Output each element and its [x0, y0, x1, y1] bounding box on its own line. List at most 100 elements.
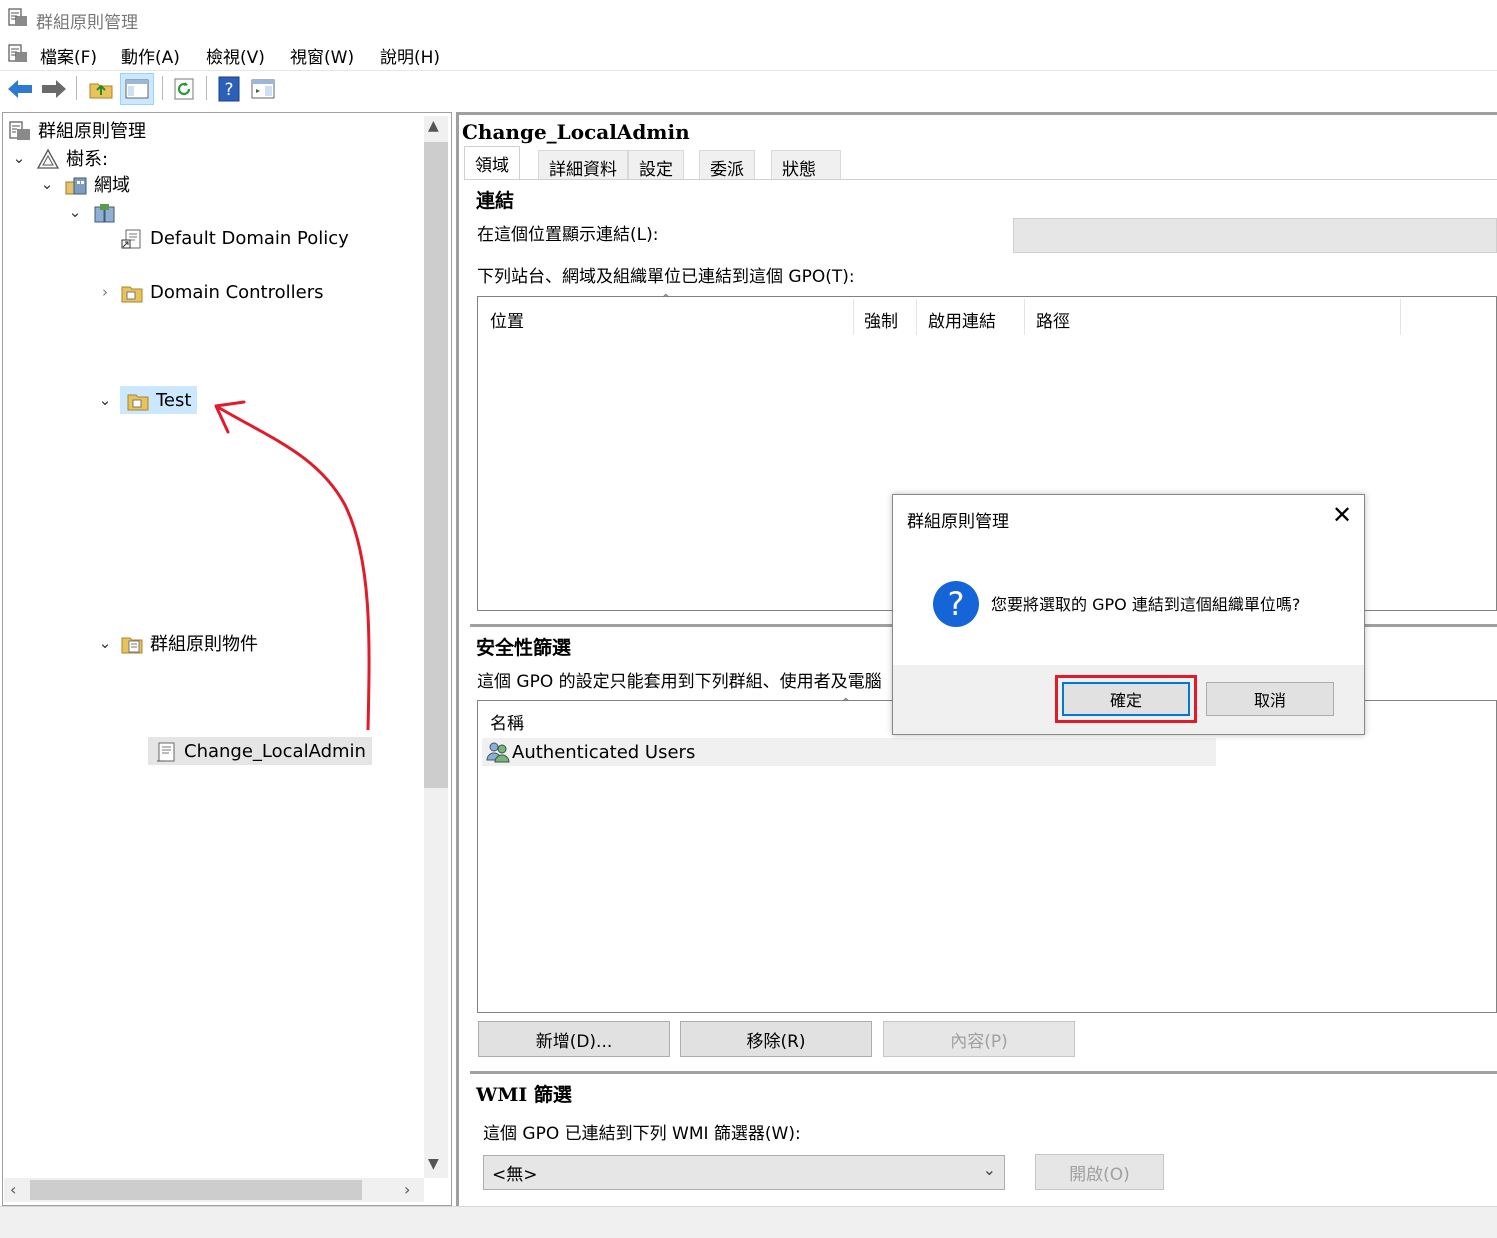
back-arrow-icon[interactable]	[6, 77, 34, 106]
gpo-folder-icon	[120, 633, 144, 654]
tree-item-domain-controllers[interactable]: › Domain Controllers	[96, 278, 324, 306]
column-separator[interactable]	[853, 299, 854, 335]
properties-button[interactable]: 內容(P)	[883, 1021, 1075, 1057]
wmi-description: 這個 GPO 已連結到下列 WMI 篩選器(W):	[483, 1124, 801, 1144]
column-separator[interactable]	[916, 299, 917, 335]
wmi-filter-select[interactable]: <無> ⌄	[483, 1155, 1005, 1190]
scroll-right-icon[interactable]: ›	[404, 1180, 410, 1199]
tree-item-test[interactable]: ⌄ Test	[96, 386, 198, 414]
scroll-up-icon[interactable]: ▲	[428, 118, 439, 134]
tab-delegation[interactable]: 委派	[699, 150, 755, 180]
tree-forest-label: 樹系:	[66, 149, 109, 170]
section-divider	[470, 1071, 1497, 1074]
svg-text:?: ?	[224, 80, 233, 100]
refresh-icon[interactable]	[172, 77, 198, 106]
tab-scope[interactable]: 領域	[464, 146, 520, 180]
tree-item-change-localadmin[interactable]: Change_LocalAdmin	[148, 737, 372, 765]
chevron-down-icon[interactable]: ⌄	[38, 175, 56, 193]
menu-file[interactable]: 檔案(F)	[40, 41, 97, 70]
tab-status[interactable]: 狀態	[771, 150, 841, 180]
open-wmi-button[interactable]: 開啟(O)	[1035, 1154, 1164, 1190]
tree-item-label: 群組原則物件	[150, 634, 258, 655]
tree-vertical-scroll-thumb[interactable]	[424, 142, 448, 788]
show-hide-tree-icon[interactable]	[120, 73, 154, 105]
domain-icon	[92, 202, 116, 223]
help-icon[interactable]: ?	[218, 76, 240, 107]
annotation-highlight-box	[1055, 675, 1197, 723]
status-bar	[0, 1206, 1497, 1238]
menu-help[interactable]: 說明(H)	[380, 41, 440, 70]
chevron-down-icon[interactable]: ⌄	[96, 391, 114, 409]
location-label: 在這個位置顯示連結(L):	[477, 225, 659, 245]
tab-settings[interactable]: 設定	[628, 150, 684, 180]
tree-root-label: 群組原則管理	[38, 121, 146, 142]
menu-view[interactable]: 檢視(V)	[206, 41, 265, 70]
tree-item-default-domain-policy[interactable]: Default Domain Policy	[120, 224, 349, 252]
links-description: 下列站台、網域及組織單位已連結到這個 GPO(T):	[477, 267, 855, 287]
app-icon	[6, 6, 30, 35]
tab-details[interactable]: 詳細資料	[538, 150, 628, 180]
action-pane-icon[interactable]	[250, 77, 276, 106]
up-folder-icon[interactable]	[88, 77, 114, 106]
toolbar-separator	[206, 76, 207, 100]
tree-root[interactable]: 群組原則管理	[8, 116, 146, 144]
links-heading: 連結	[476, 190, 515, 212]
chevron-down-icon[interactable]: ⌄	[96, 634, 114, 652]
scroll-left-icon[interactable]: ‹	[10, 1180, 16, 1199]
column-header-location[interactable]: 位置	[490, 307, 524, 332]
remove-button[interactable]: 移除(R)	[680, 1021, 872, 1057]
column-header-link-enabled[interactable]: 啟用連結	[928, 307, 996, 332]
tree-item-label: Test	[156, 389, 192, 411]
security-row[interactable]: Authenticated Users	[482, 738, 1216, 766]
tree-item-label: Change_LocalAdmin	[184, 740, 366, 762]
tree-item-label: Domain Controllers	[150, 281, 324, 303]
location-dropdown[interactable]	[1013, 218, 1497, 253]
menu-window[interactable]: 視窗(W)	[290, 41, 354, 70]
column-separator[interactable]	[1024, 299, 1025, 335]
column-header-enforced[interactable]: 強制	[864, 307, 898, 332]
question-icon: ?	[933, 581, 979, 627]
tree-horizontal-scroll-thumb[interactable]	[30, 1180, 362, 1200]
toolbar-separator	[162, 76, 163, 100]
column-separator[interactable]	[1400, 299, 1401, 335]
ou-folder-icon	[126, 390, 150, 411]
tree-forest[interactable]: ⌄ 樹系:	[10, 144, 108, 172]
security-row-name: Authenticated Users	[512, 741, 696, 763]
gpm-console-icon	[8, 120, 32, 140]
cancel-button[interactable]: 取消	[1206, 682, 1334, 716]
menu-action[interactable]: 動作(A)	[121, 41, 180, 70]
tree-domain-node[interactable]: ⌄	[66, 198, 122, 226]
add-button[interactable]: 新增(D)...	[478, 1021, 670, 1057]
ou-folder-icon	[120, 282, 144, 303]
dialog-message: 您要將選取的 GPO 連結到這個組織單位嗎?	[991, 595, 1301, 614]
wmi-filter-value: <無>	[492, 1165, 538, 1185]
tree-item-gpo-container[interactable]: ⌄ 群組原則物件	[96, 629, 258, 657]
toolbar: ?	[0, 70, 1497, 106]
security-description: 這個 GPO 的設定只能套用到下列群組、使用者及電腦	[477, 672, 882, 692]
dialog-title: 群組原則管理	[907, 512, 1009, 532]
chevron-down-icon[interactable]: ⌄	[66, 203, 84, 221]
sort-ascending-icon: ⌃	[660, 292, 672, 308]
domains-icon	[64, 174, 88, 195]
tree-domains[interactable]: ⌄ 網域	[38, 170, 130, 198]
close-icon[interactable]: ✕	[1327, 501, 1357, 529]
tree-item-test-selected[interactable]: Test	[120, 386, 198, 414]
column-header-name[interactable]: 名稱	[490, 709, 524, 734]
scroll-down-icon[interactable]: ▼	[428, 1156, 439, 1172]
chevron-right-icon[interactable]: ›	[96, 283, 114, 301]
gpo-link-icon	[120, 228, 144, 249]
menu-bar: 檔案(F) 動作(A) 檢視(V) 視窗(W) 說明(H)	[0, 38, 1497, 68]
chevron-down-icon[interactable]: ⌄	[983, 1160, 996, 1179]
tree-item-dragged[interactable]: Change_LocalAdmin	[148, 737, 372, 765]
sort-ascending-icon: ⌃	[840, 696, 852, 712]
tree-pane	[2, 112, 452, 1206]
wmi-heading: WMI 篩選	[476, 1084, 572, 1106]
system-menu-icon[interactable]	[6, 42, 30, 71]
security-heading: 安全性篩選	[476, 637, 572, 659]
chevron-down-icon[interactable]: ⌄	[10, 149, 28, 167]
column-header-path[interactable]: 路徑	[1036, 307, 1070, 332]
forward-arrow-icon[interactable]	[40, 77, 68, 106]
window-title: 群組原則管理	[36, 13, 138, 33]
title-bar: 群組原則管理	[0, 0, 1497, 38]
users-group-icon	[486, 741, 510, 763]
